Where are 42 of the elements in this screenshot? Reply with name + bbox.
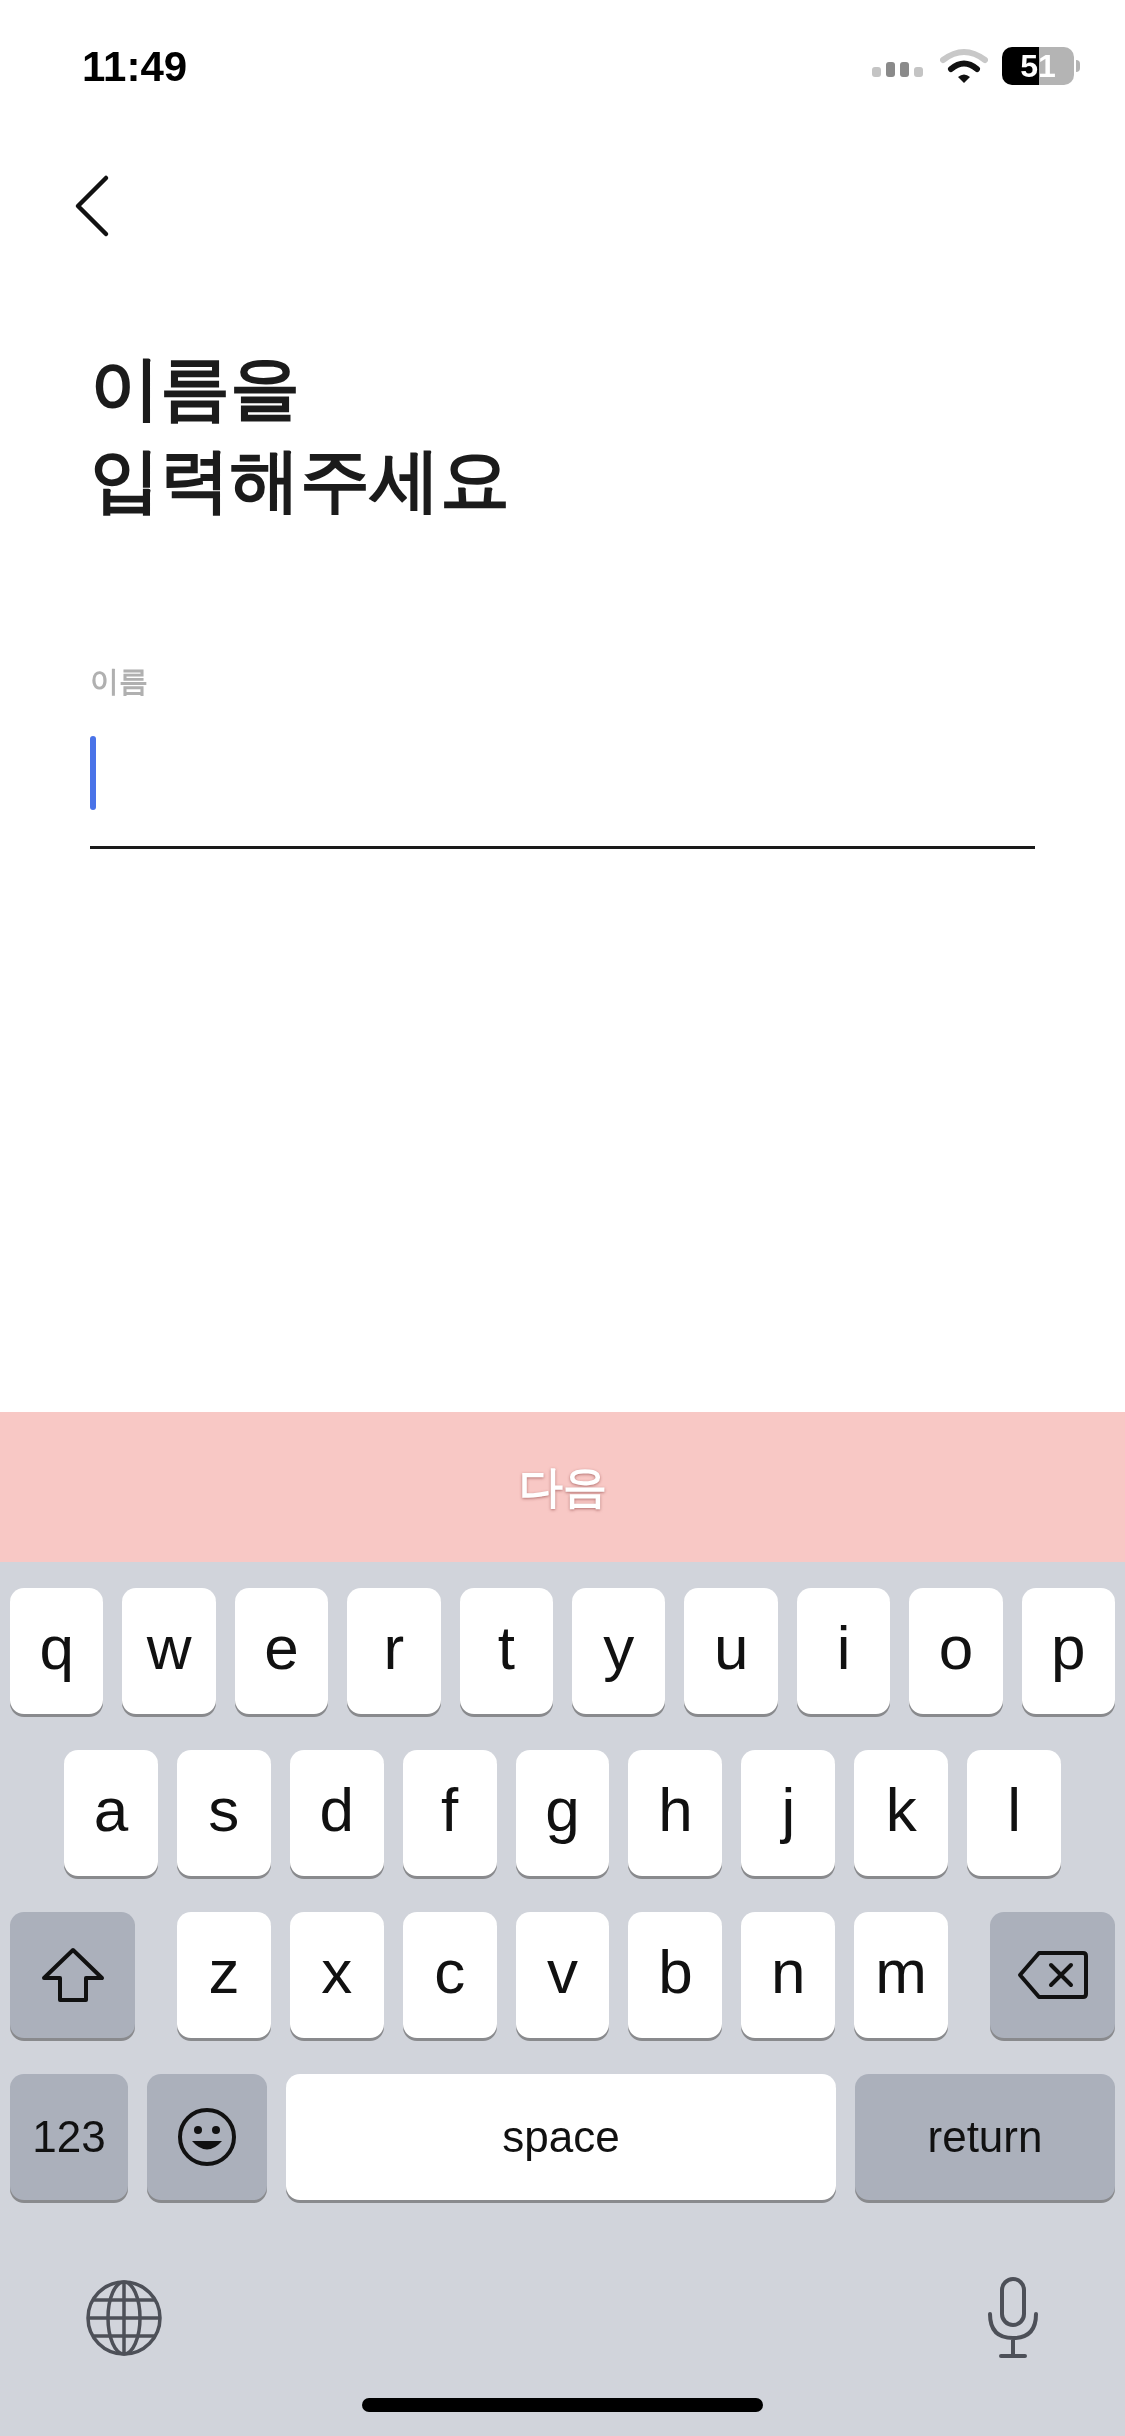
letter-key[interactable]: n [741, 1912, 836, 2038]
letter-key[interactable]: c [402, 1912, 497, 2038]
emoji-key[interactable] [147, 2074, 267, 2200]
letter-key[interactable]: u [684, 1588, 778, 1714]
letter-key[interactable]: w [122, 1588, 216, 1714]
letter-key[interactable]: a [64, 1750, 158, 1876]
letter-key[interactable]: x [289, 1912, 384, 2038]
letter-key[interactable]: i [796, 1588, 891, 1714]
letter-key[interactable]: o [909, 1588, 1003, 1714]
letter-key[interactable]: g [515, 1750, 610, 1876]
letter-key[interactable]: e [234, 1588, 329, 1714]
letter-key[interactable]: q [10, 1588, 104, 1714]
letter-key[interactable]: m [854, 1912, 948, 2038]
shift-key[interactable] [10, 1912, 135, 2038]
globe-icon[interactable] [84, 2278, 164, 2358]
letter-key[interactable]: s [176, 1750, 271, 1876]
letter-key[interactable]: k [854, 1750, 949, 1876]
return-key[interactable]: return [855, 2074, 1115, 2200]
clock-time: 11:49 [82, 41, 188, 92]
page-title: 이름을 [90, 346, 301, 431]
letter-key[interactable]: y [572, 1588, 666, 1714]
delete-key[interactable] [990, 1912, 1115, 2038]
space-key[interactable]: space [286, 2074, 836, 2200]
letter-key[interactable]: h [628, 1750, 723, 1876]
letter-key[interactable]: t [459, 1588, 554, 1714]
letter-key[interactable]: j [741, 1750, 836, 1876]
letter-key[interactable]: b [628, 1912, 723, 2038]
smiley-icon [176, 2106, 238, 2168]
field-label: 이름 [90, 663, 148, 700]
delete-icon [1016, 1950, 1089, 2000]
letter-key[interactable]: f [402, 1750, 497, 1876]
wifi-icon [940, 48, 988, 84]
numbers-key[interactable]: 123 [10, 2074, 128, 2200]
microphone-icon[interactable] [985, 2276, 1041, 2360]
letter-key[interactable]: p [1021, 1588, 1116, 1714]
letter-key[interactable]: z [177, 1912, 271, 2038]
letter-key[interactable]: l [967, 1750, 1061, 1876]
shift-icon [39, 1946, 106, 2004]
letter-key[interactable]: v [515, 1912, 610, 2038]
letter-key[interactable]: r [347, 1588, 441, 1714]
letter-key[interactable]: d [289, 1750, 384, 1876]
page-title: 입력해주세요 [90, 438, 511, 523]
